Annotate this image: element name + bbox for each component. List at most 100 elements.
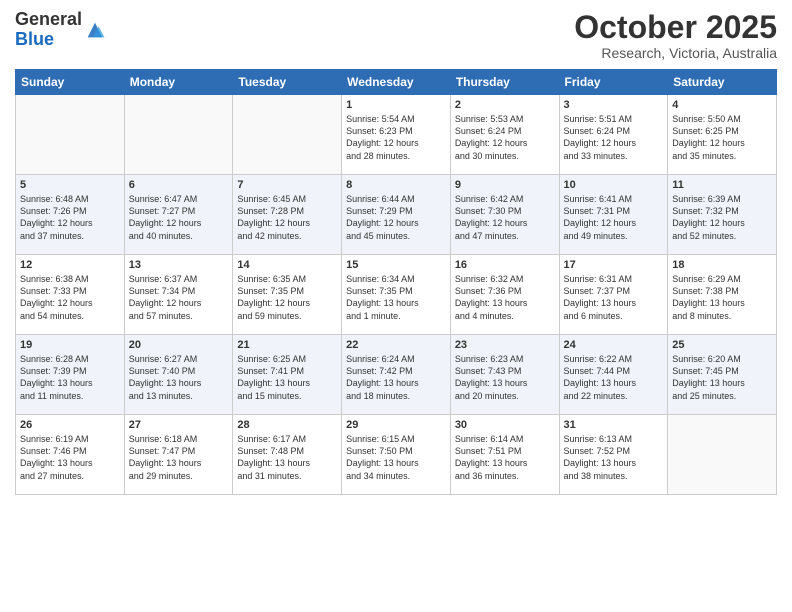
day-number: 2 [455,99,555,111]
day-info: Sunrise: 6:48 AM Sunset: 7:26 PM Dayligh… [20,193,120,242]
calendar-cell-w3-d4: 16 Sunrise: 6:32 AM Sunset: 7:36 PM Dayli… [450,255,559,335]
day-info: Sunrise: 6:14 AM Sunset: 7:51 PM Dayligh… [455,433,555,482]
day-number: 14 [237,259,337,271]
day-info: Sunrise: 6:25 AM Sunset: 7:41 PM Dayligh… [237,353,337,402]
calendar-cell-w1-d0 [16,95,125,175]
day-info: Sunrise: 6:37 AM Sunset: 7:34 PM Dayligh… [129,273,229,322]
week-row-1: 1 Sunrise: 5:54 AM Sunset: 6:23 PM Daylig… [16,95,777,175]
calendar-cell-w4-d2: 21 Sunrise: 6:25 AM Sunset: 7:41 PM Dayli… [233,335,342,415]
day-number: 25 [672,339,772,351]
day-number: 11 [672,179,772,191]
page-header: General Blue October 2025 Research, Vict… [15,10,777,61]
week-row-3: 12Sunrise: 6:38 AM Sunset: 7:33 PM Dayli… [16,255,777,335]
calendar-cell-w5-d2: 28Sunrise: 6:17 AM Sunset: 7:48 PM Dayli… [233,415,342,495]
weekday-header-row: Sunday Monday Tuesday Wednesday Thursday… [16,70,777,95]
day-number: 1 [346,99,446,111]
calendar-cell-w1-d2 [233,95,342,175]
day-number: 24 [564,339,664,351]
calendar-cell-w1-d3: 1 Sunrise: 5:54 AM Sunset: 6:23 PM Daylig… [342,95,451,175]
calendar-cell-w3-d0: 12Sunrise: 6:38 AM Sunset: 7:33 PM Dayli… [16,255,125,335]
day-info: Sunrise: 5:54 AM Sunset: 6:23 PM Dayligh… [346,113,446,162]
day-info: Sunrise: 6:32 AM Sunset: 7:36 PM Dayligh… [455,273,555,322]
month-title: October 2025 [574,10,777,45]
calendar-cell-w4-d3: 22 Sunrise: 6:24 AM Sunset: 7:42 PM Dayli… [342,335,451,415]
day-info: Sunrise: 6:27 AM Sunset: 7:40 PM Dayligh… [129,353,229,402]
day-number: 16 [455,259,555,271]
calendar-cell-w1-d1 [124,95,233,175]
location-subtitle: Research, Victoria, Australia [574,45,777,61]
day-number: 23 [455,339,555,351]
day-info: Sunrise: 6:28 AM Sunset: 7:39 PM Dayligh… [20,353,120,402]
header-tuesday: Tuesday [233,70,342,95]
day-number: 13 [129,259,229,271]
day-number: 26 [20,419,120,431]
logo-general: General [15,9,82,29]
day-info: Sunrise: 6:44 AM Sunset: 7:29 PM Dayligh… [346,193,446,242]
day-number: 19 [20,339,120,351]
calendar-cell-w3-d6: 18 Sunrise: 6:29 AM Sunset: 7:38 PM Dayli… [668,255,777,335]
calendar-cell-w2-d0: 5 Sunrise: 6:48 AM Sunset: 7:26 PM Daylig… [16,175,125,255]
header-friday: Friday [559,70,668,95]
day-info: Sunrise: 5:53 AM Sunset: 6:24 PM Dayligh… [455,113,555,162]
calendar-cell-w4-d6: 25Sunrise: 6:20 AM Sunset: 7:45 PM Dayli… [668,335,777,415]
calendar-cell-w5-d3: 29Sunrise: 6:15 AM Sunset: 7:50 PM Dayli… [342,415,451,495]
calendar-cell-w2-d4: 9 Sunrise: 6:42 AM Sunset: 7:30 PM Daylig… [450,175,559,255]
calendar-cell-w1-d4: 2 Sunrise: 5:53 AM Sunset: 6:24 PM Daylig… [450,95,559,175]
header-wednesday: Wednesday [342,70,451,95]
logo-icon [84,19,106,41]
logo-blue: Blue [15,29,54,49]
calendar-cell-w5-d1: 27Sunrise: 6:18 AM Sunset: 7:47 PM Dayli… [124,415,233,495]
day-number: 21 [237,339,337,351]
calendar-cell-w2-d6: 11Sunrise: 6:39 AM Sunset: 7:32 PM Dayli… [668,175,777,255]
day-info: Sunrise: 5:50 AM Sunset: 6:25 PM Dayligh… [672,113,772,162]
day-info: Sunrise: 6:13 AM Sunset: 7:52 PM Dayligh… [564,433,664,482]
day-number: 31 [564,419,664,431]
calendar-cell-w5-d0: 26Sunrise: 6:19 AM Sunset: 7:46 PM Dayli… [16,415,125,495]
calendar-cell-w3-d5: 17 Sunrise: 6:31 AM Sunset: 7:37 PM Dayli… [559,255,668,335]
day-number: 17 [564,259,664,271]
day-number: 9 [455,179,555,191]
day-number: 18 [672,259,772,271]
header-sunday: Sunday [16,70,125,95]
calendar-cell-w3-d2: 14 Sunrise: 6:35 AM Sunset: 7:35 PM Dayli… [233,255,342,335]
day-number: 7 [237,179,337,191]
day-info: Sunrise: 6:45 AM Sunset: 7:28 PM Dayligh… [237,193,337,242]
day-info: Sunrise: 6:41 AM Sunset: 7:31 PM Dayligh… [564,193,664,242]
calendar-cell-w5-d4: 30Sunrise: 6:14 AM Sunset: 7:51 PM Dayli… [450,415,559,495]
day-info: Sunrise: 6:31 AM Sunset: 7:37 PM Dayligh… [564,273,664,322]
day-info: Sunrise: 6:22 AM Sunset: 7:44 PM Dayligh… [564,353,664,402]
day-number: 6 [129,179,229,191]
day-info: Sunrise: 6:18 AM Sunset: 7:47 PM Dayligh… [129,433,229,482]
day-info: Sunrise: 6:29 AM Sunset: 7:38 PM Dayligh… [672,273,772,322]
calendar-cell-w4-d0: 19 Sunrise: 6:28 AM Sunset: 7:39 PM Dayli… [16,335,125,415]
calendar-cell-w1-d6: 4 Sunrise: 5:50 AM Sunset: 6:25 PM Daylig… [668,95,777,175]
calendar-cell-w3-d3: 15 Sunrise: 6:34 AM Sunset: 7:35 PM Dayli… [342,255,451,335]
day-number: 22 [346,339,446,351]
day-number: 10 [564,179,664,191]
day-info: Sunrise: 6:42 AM Sunset: 7:30 PM Dayligh… [455,193,555,242]
calendar-cell-w2-d2: 7 Sunrise: 6:45 AM Sunset: 7:28 PM Daylig… [233,175,342,255]
day-number: 3 [564,99,664,111]
logo: General Blue [15,10,106,50]
day-info: Sunrise: 6:34 AM Sunset: 7:35 PM Dayligh… [346,273,446,322]
calendar-cell-w2-d5: 10 Sunrise: 6:41 AM Sunset: 7:31 PM Dayli… [559,175,668,255]
calendar-cell-w5-d5: 31 Sunrise: 6:13 AM Sunset: 7:52 PM Dayli… [559,415,668,495]
day-number: 5 [20,179,120,191]
week-row-5: 26Sunrise: 6:19 AM Sunset: 7:46 PM Dayli… [16,415,777,495]
header-monday: Monday [124,70,233,95]
day-info: Sunrise: 6:35 AM Sunset: 7:35 PM Dayligh… [237,273,337,322]
calendar-cell-w2-d1: 6Sunrise: 6:47 AM Sunset: 7:27 PM Daylig… [124,175,233,255]
day-info: Sunrise: 6:23 AM Sunset: 7:43 PM Dayligh… [455,353,555,402]
calendar-cell-w4-d1: 20 Sunrise: 6:27 AM Sunset: 7:40 PM Dayli… [124,335,233,415]
day-number: 29 [346,419,446,431]
day-number: 15 [346,259,446,271]
week-row-2: 5 Sunrise: 6:48 AM Sunset: 7:26 PM Daylig… [16,175,777,255]
day-number: 20 [129,339,229,351]
week-row-4: 19 Sunrise: 6:28 AM Sunset: 7:39 PM Dayli… [16,335,777,415]
day-number: 4 [672,99,772,111]
header-thursday: Thursday [450,70,559,95]
calendar-cell-w5-d6 [668,415,777,495]
calendar-cell-w1-d5: 3Sunrise: 5:51 AM Sunset: 6:24 PM Daylig… [559,95,668,175]
day-info: Sunrise: 6:24 AM Sunset: 7:42 PM Dayligh… [346,353,446,402]
calendar-cell-w3-d1: 13 Sunrise: 6:37 AM Sunset: 7:34 PM Dayli… [124,255,233,335]
